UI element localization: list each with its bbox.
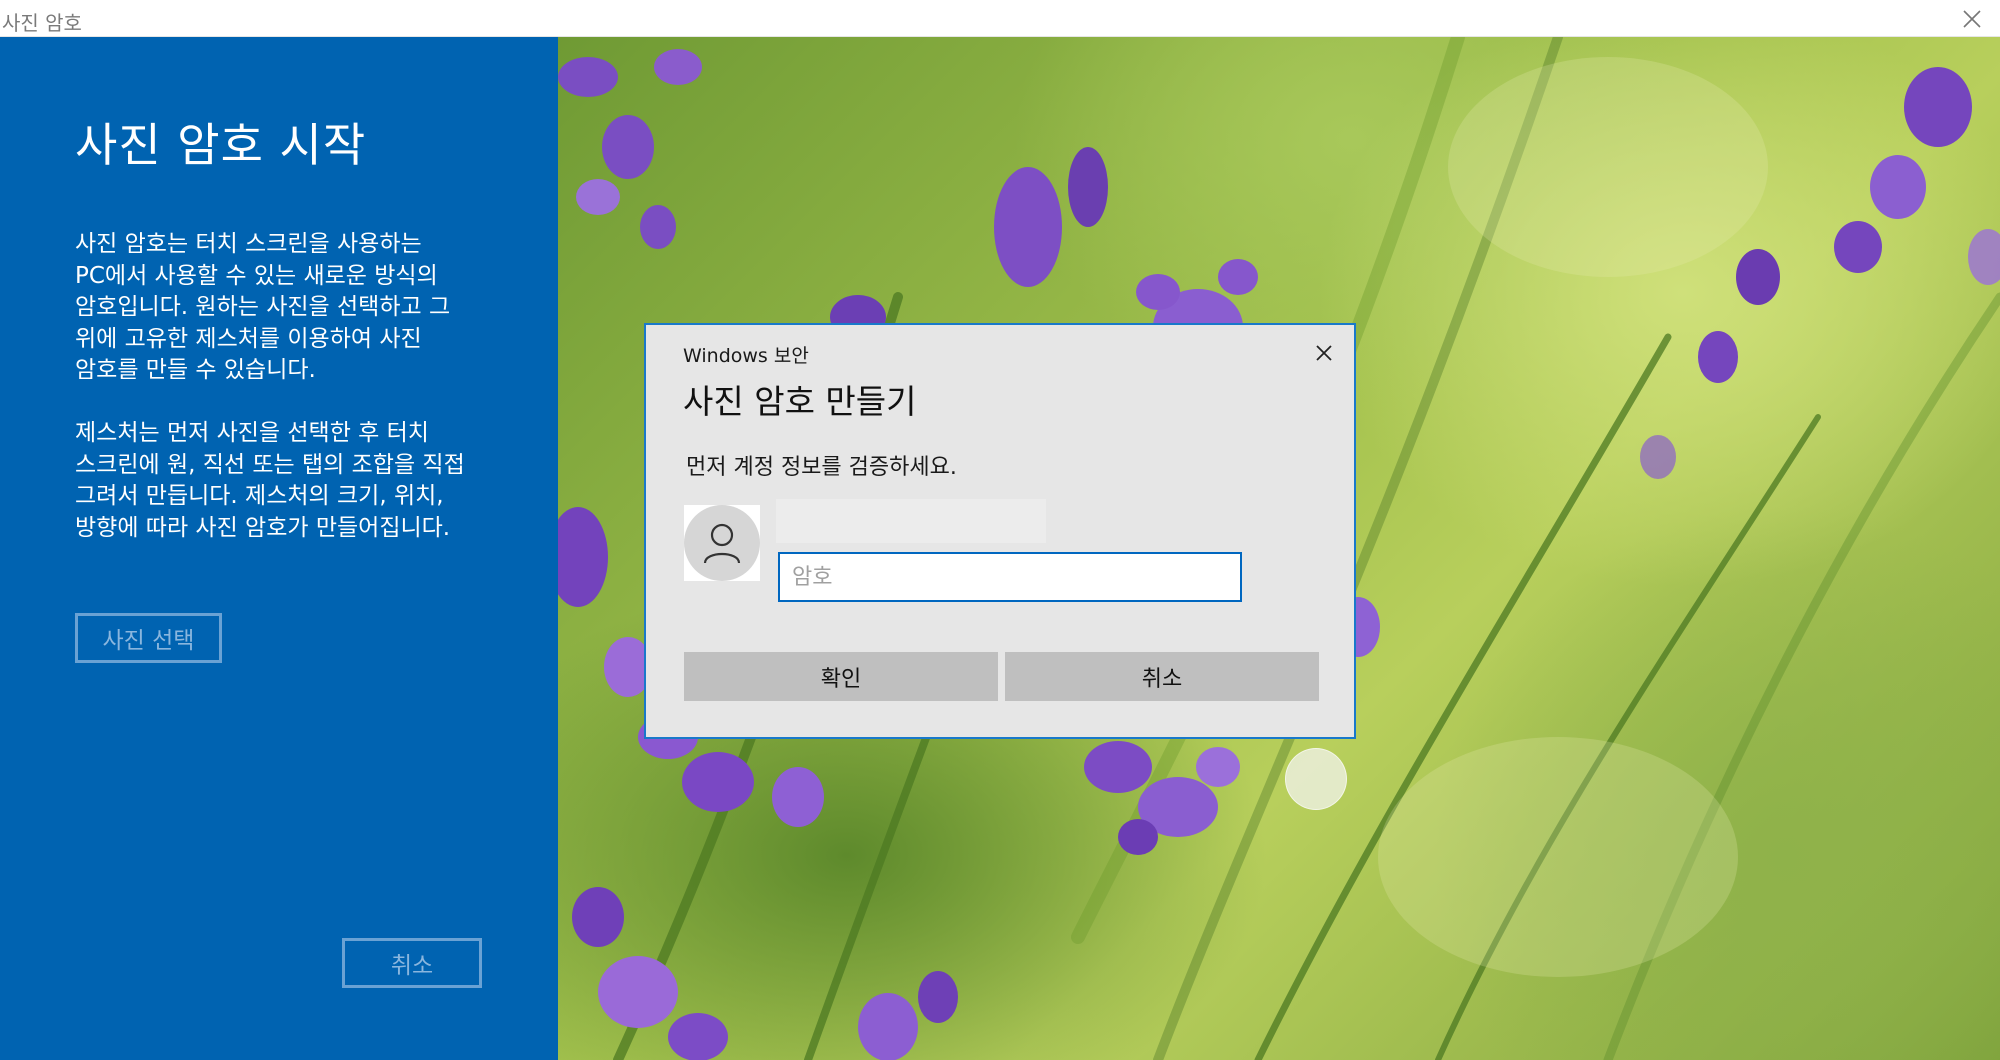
title-bar: 사진 암호	[0, 0, 2000, 37]
avatar	[684, 505, 760, 581]
dialog-caption: Windows 보안	[683, 345, 809, 367]
ok-button[interactable]: 확인	[684, 652, 998, 701]
panel-cancel-button[interactable]: 취소	[342, 938, 482, 988]
intro-paragraph-1: 사진 암호는 터치 스크린을 사용하는 PC에서 사용할 수 있는 새로운 방식…	[75, 231, 451, 383]
close-icon	[1963, 9, 1981, 28]
window-close-button[interactable]	[1944, 0, 2000, 37]
intro-heading: 사진 암호 시작	[75, 118, 367, 172]
dialog-cancel-button[interactable]: 취소	[1005, 652, 1319, 701]
account-name-field	[776, 499, 1046, 543]
window-title: 사진 암호	[2, 11, 82, 35]
dialog-close-button[interactable]	[1310, 339, 1338, 367]
avatar-circle	[684, 505, 760, 581]
dialog-title: 사진 암호 만들기	[683, 382, 917, 421]
picture-password-window: 사진 암호 사진 암호 시작 사진 암호는 터치 스크린을 사용하는 PC에서 …	[0, 0, 2000, 1060]
password-input[interactable]	[778, 552, 1242, 602]
close-icon	[1316, 345, 1332, 361]
user-icon	[703, 523, 741, 564]
intro-paragraph-2: 제스처는 먼저 사진을 선택한 후 터치 스크린에 원, 직선 또는 탭의 조합…	[75, 420, 465, 541]
choose-photo-button[interactable]: 사진 선택	[75, 613, 222, 663]
dialog-description: 먼저 계정 정보를 검증하세요.	[686, 455, 957, 480]
intro-panel: 사진 암호 시작 사진 암호는 터치 스크린을 사용하는 PC에서 사용할 수 …	[0, 37, 558, 1060]
windows-security-dialog: Windows 보안 사진 암호 만들기 먼저 계정 정보를 검증하세요. 확인…	[644, 323, 1356, 739]
touch-indicator	[1285, 748, 1347, 810]
